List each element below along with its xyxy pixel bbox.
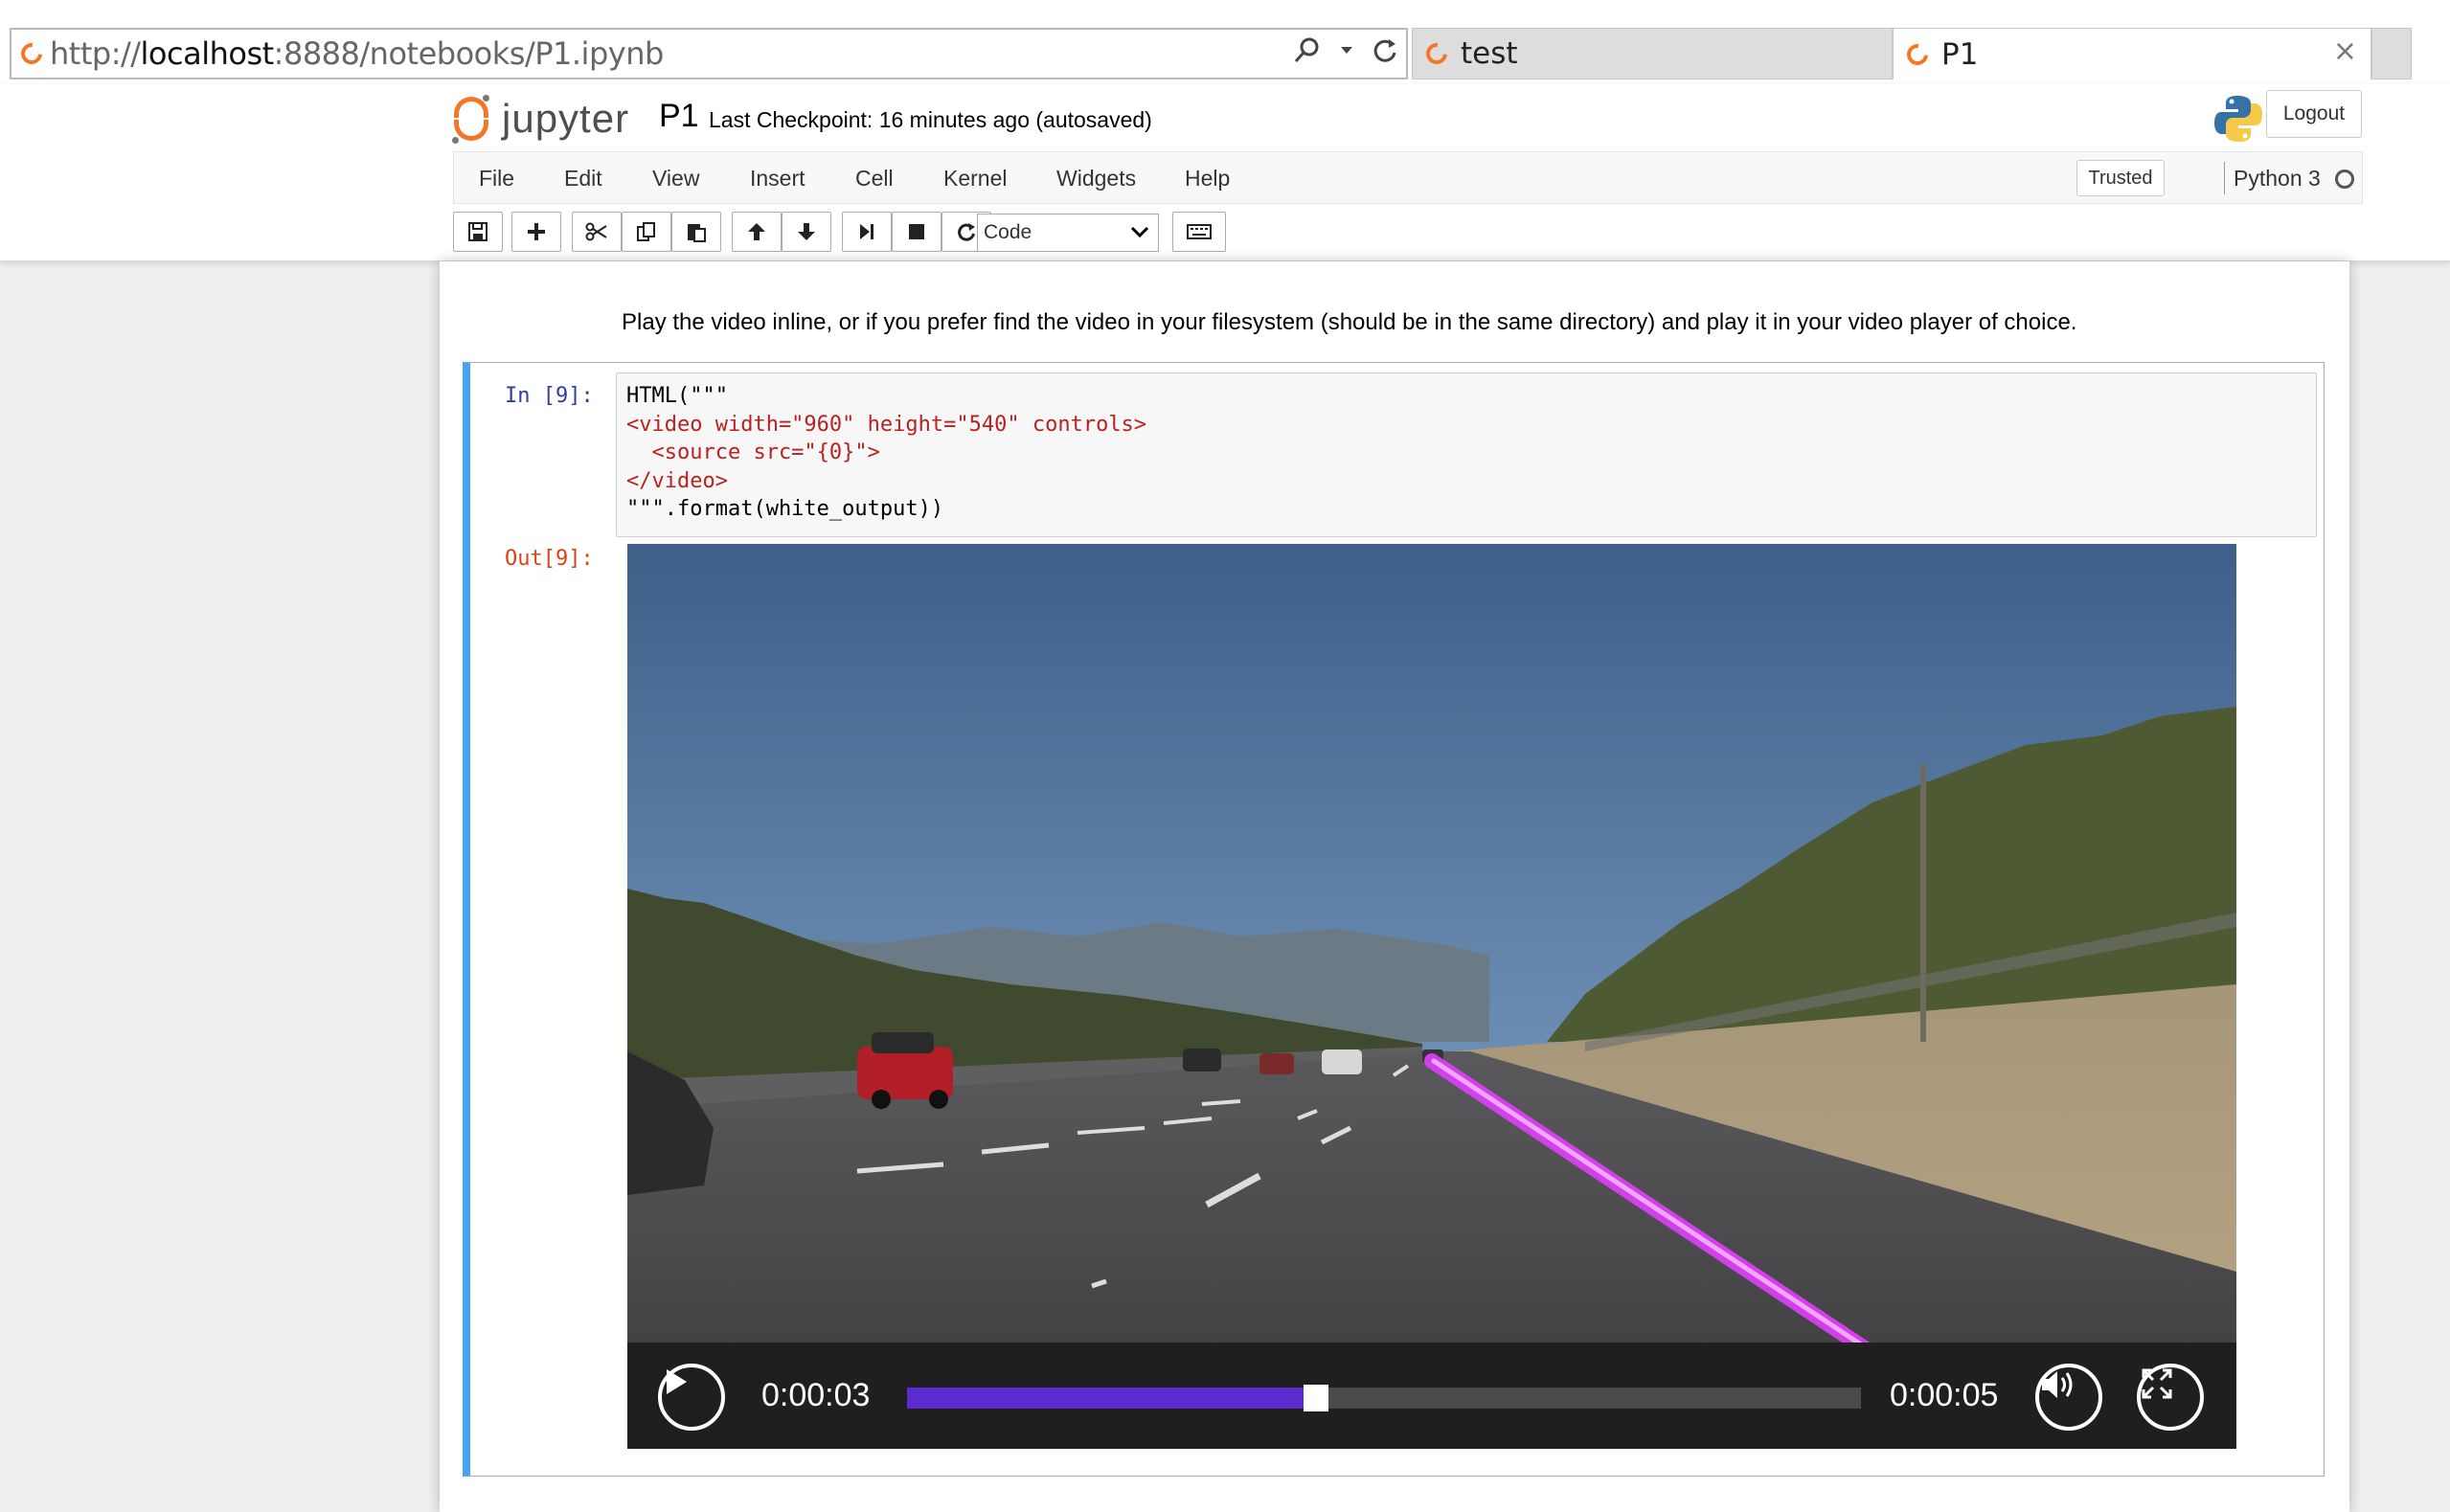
menu-widgets[interactable]: Widgets: [1056, 166, 1136, 192]
menu-bar: File Edit View Insert Cell Kernel Widget…: [453, 151, 2363, 204]
refresh-icon[interactable]: [1372, 35, 1398, 72]
stop-icon: [909, 224, 924, 239]
save-icon: [468, 222, 488, 241]
new-tab-button[interactable]: [2371, 28, 2412, 79]
code-line-2: <video width="960" height="540" controls…: [626, 412, 1147, 437]
tab-title: test: [1461, 36, 1518, 71]
arrow-up-icon: [748, 223, 765, 240]
cut-button[interactable]: [572, 212, 622, 252]
keyboard-icon: [1187, 224, 1212, 239]
video-player[interactable]: 0:00:03 0:00:05: [627, 544, 2236, 1449]
move-down-button[interactable]: [782, 212, 831, 252]
plus-icon: [528, 223, 545, 240]
duration: 0:00:05: [1890, 1377, 1999, 1413]
browser-bar: http://localhost:8888/notebooks/P1.ipynb…: [0, 0, 2450, 84]
paste-icon: [688, 224, 706, 242]
jupyter-header: jupyter P1 Last Checkpoint: 16 minutes a…: [0, 84, 2450, 261]
kernel-name[interactable]: Python 3: [2234, 166, 2321, 192]
arrow-down-icon: [798, 223, 815, 240]
jupyter-logo[interactable]: jupyter: [450, 92, 629, 146]
markdown-cell-text[interactable]: Play the video inline, or if you prefer …: [622, 309, 2076, 336]
python-logo-icon: [2214, 96, 2262, 142]
address-bar[interactable]: http://localhost:8888/notebooks/P1.ipynb: [10, 28, 1408, 79]
current-time: 0:00:03: [761, 1377, 871, 1413]
menu-view[interactable]: View: [652, 166, 699, 192]
kernel-idle-icon: [2335, 169, 2354, 189]
menu-help[interactable]: Help: [1185, 166, 1230, 192]
search-icon[interactable]: [1293, 35, 1322, 72]
output-prompt: Out[9]:: [505, 547, 594, 571]
copy-button[interactable]: [622, 212, 671, 252]
tab-title: P1: [1941, 36, 1979, 72]
menu-edit[interactable]: Edit: [564, 166, 602, 192]
jupyter-logo-icon: [450, 95, 492, 144]
play-button[interactable]: [658, 1364, 725, 1431]
video-controls: 0:00:03 0:00:05: [627, 1343, 2236, 1449]
step-forward-icon: [860, 224, 873, 239]
checkpoint-status: Last Checkpoint: 16 minutes ago (autosav…: [709, 107, 1152, 132]
cut-icon: [585, 222, 607, 241]
code-line-3: <source src="{0}">: [626, 440, 880, 464]
menu-file[interactable]: File: [479, 166, 514, 192]
code-line-1: HTML(""": [626, 384, 728, 408]
save-button[interactable]: [453, 212, 503, 252]
seek-bar[interactable]: [907, 1385, 1861, 1411]
input-prompt: In [9]:: [505, 384, 594, 408]
move-up-button[interactable]: [732, 212, 782, 252]
menu-cell[interactable]: Cell: [855, 166, 894, 192]
notebook-name[interactable]: P1: [659, 98, 699, 135]
trusted-badge[interactable]: Trusted: [2076, 160, 2165, 196]
cell-type-select[interactable]: Code: [977, 214, 1159, 252]
play-icon: [667, 1369, 687, 1394]
paste-button[interactable]: [671, 212, 721, 252]
run-cell-button[interactable]: [842, 212, 892, 252]
tab-test[interactable]: test: [1412, 28, 1893, 79]
logo-text: jupyter: [502, 96, 630, 141]
command-palette-button[interactable]: [1172, 212, 1226, 252]
refresh-icon: [958, 223, 975, 241]
dropdown-icon[interactable]: [1339, 35, 1354, 72]
insert-cell-button[interactable]: [511, 212, 561, 252]
cell-type-value: Code: [984, 221, 1032, 243]
address-tools: [1293, 30, 1398, 78]
tab-p1[interactable]: P1 ×: [1893, 28, 2371, 79]
close-tab-icon[interactable]: ×: [2333, 34, 2357, 68]
logout-button[interactable]: Logout: [2266, 90, 2362, 138]
chevron-down-icon: [1129, 218, 1150, 251]
notebook-container: Play the video inline, or if you prefer …: [440, 261, 2349, 1512]
loading-icon: [1902, 39, 1933, 69]
copy-icon: [637, 222, 655, 241]
menu-insert[interactable]: Insert: [750, 166, 805, 192]
url-text[interactable]: http://localhost:8888/notebooks/P1.ipynb: [50, 35, 664, 72]
code-cell[interactable]: In [9]: HTML(""" <video width="960" heig…: [463, 362, 2325, 1477]
fullscreen-icon: [2142, 1368, 2172, 1399]
notebook-toolbar: Code: [453, 212, 2363, 254]
seek-handle[interactable]: [1304, 1385, 1329, 1411]
loading-icon: [1421, 38, 1452, 69]
video-frame: [627, 544, 2236, 1449]
volume-icon: [2042, 1371, 2073, 1398]
menu-kernel[interactable]: Kernel: [943, 166, 1007, 192]
code-editor[interactable]: HTML(""" <video width="960" height="540"…: [616, 372, 2317, 537]
screen: http://localhost:8888/notebooks/P1.ipynb…: [0, 0, 2450, 1512]
code-line-5: """.format(white_output)): [626, 497, 944, 521]
fullscreen-button[interactable]: [2137, 1364, 2204, 1431]
volume-button[interactable]: [2035, 1364, 2102, 1431]
kernel-separator: [2224, 162, 2225, 194]
interrupt-button[interactable]: [892, 212, 941, 252]
code-line-4: </video>: [626, 468, 728, 493]
loading-icon: [16, 38, 47, 69]
seek-progress: [907, 1388, 1308, 1409]
